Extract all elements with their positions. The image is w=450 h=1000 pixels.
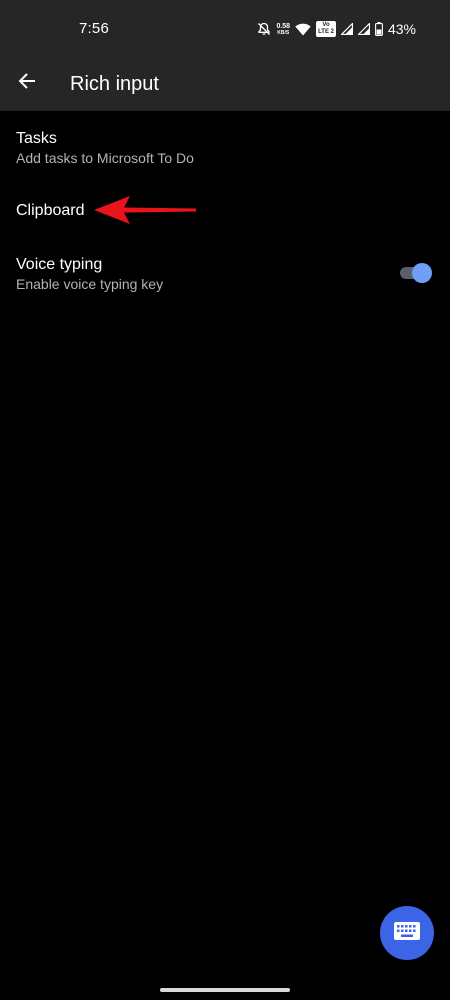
battery-icon: [375, 22, 383, 36]
app-bar: Rich input: [0, 56, 450, 111]
voice-typing-toggle[interactable]: [400, 263, 432, 283]
setting-tasks[interactable]: Tasks Add tasks to Microsoft To Do: [0, 111, 450, 173]
bell-off-icon: [257, 22, 271, 36]
back-button[interactable]: [12, 68, 42, 98]
setting-title: Tasks: [16, 130, 57, 147]
volte-bottom: LTE 2: [318, 29, 334, 35]
arrow-left-icon: [17, 71, 37, 96]
gesture-bar[interactable]: [160, 988, 290, 992]
toggle-thumb: [412, 263, 432, 283]
keyboard-fab-button[interactable]: [380, 906, 434, 960]
network-speed: 0.58 KB/S: [276, 23, 290, 36]
status-time: 7:56: [79, 20, 109, 37]
signal-icon: [357, 23, 370, 35]
setting-subtitle: Add tasks to Microsoft To Do: [16, 150, 194, 166]
network-speed-value: 0.58: [276, 22, 291, 30]
annotation-arrow-icon: [92, 192, 198, 233]
battery-percent: 43%: [387, 21, 416, 37]
setting-title: Voice typing: [16, 256, 103, 273]
keyboard-icon: [394, 921, 420, 945]
status-icons: 0.58 KB/S Vo LTE 2 43%: [257, 18, 416, 40]
page-title: Rich input: [70, 73, 159, 95]
signal-icon: [340, 23, 353, 35]
setting-subtitle: Enable voice typing key: [16, 276, 164, 292]
setting-clipboard[interactable]: Clipboard: [0, 183, 450, 237]
wifi-icon: [295, 23, 311, 36]
status-bar: 7:56 0.58 KB/S Vo LTE 2 43%: [0, 0, 450, 56]
setting-title: Clipboard: [16, 202, 85, 219]
volte-top: Vo: [322, 22, 330, 28]
volte-icon: Vo LTE 2: [316, 21, 336, 37]
network-speed-unit: KB/S: [277, 29, 290, 36]
setting-voice-typing[interactable]: Voice typing Enable voice typing key: [0, 244, 450, 308]
